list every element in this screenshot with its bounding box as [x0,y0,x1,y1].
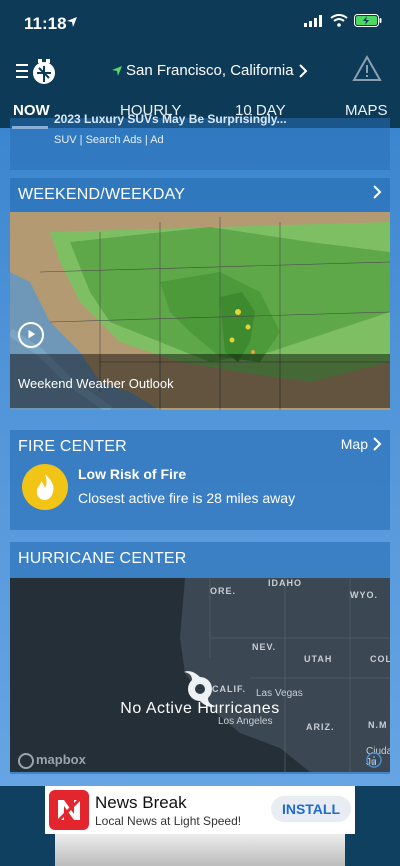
map-label-ore: ORE. [210,586,237,596]
wifi-icon [330,14,348,27]
tab-now[interactable]: NOW [13,102,50,119]
hurricane-status: No Active Hurricanes [120,700,280,717]
battery-charging-icon [354,14,382,27]
location-label: San Francisco, California [126,62,294,79]
location-selector[interactable]: San Francisco, California [112,62,308,79]
map-label-nev: NEV. [252,642,277,652]
map-label-wyo: WYO. [350,590,378,600]
weekend-outlook-map[interactable]: Weekend Weather Outlook [10,212,390,410]
ad-source: SUV | Search Ads | Ad [54,134,164,146]
card-title: HURRICANE CENTER [18,550,187,567]
ad-tagline: Local News at Light Speed! [95,814,242,828]
alert-warning-button[interactable] [352,54,382,84]
chevron-right-icon [373,437,382,451]
chevron-right-icon[interactable] [372,184,382,200]
map-label-las-vegas: Las Vegas [256,688,303,699]
news-break-logo-icon [49,790,89,830]
map-link-label: Map [340,436,368,452]
weekend-weekday-card[interactable]: WEEKEND/WEEKDAY Weekend Weather Outlook [10,178,390,410]
map-label-ariz: ARIZ. [306,722,335,732]
map-caption: Weekend Weather Outlook [18,376,174,391]
fire-map-link[interactable]: Map [341,436,382,452]
status-indicators [304,14,382,27]
ad-image [55,834,345,866]
hurricane-map[interactable]: ORE. IDAHO WYO. NEV. UTAH COL CALIF. Las… [10,578,390,772]
map-label-idaho: IDAHO [268,578,302,588]
bottom-banner-ad[interactable]: News Break Local News at Light Speed! IN… [0,786,400,866]
map-label-utah: UTAH [304,654,333,664]
chevron-right-icon [298,63,307,78]
location-arrow-icon [67,17,77,27]
info-icon[interactable] [366,752,382,768]
card-title: WEEKEND/WEEKDAY [18,186,186,203]
ad-headline[interactable]: 2023 Luxury SUVs May Be Surprisingly... [54,112,287,126]
fire-center-card[interactable]: FIRE CENTER Map Low Risk of Fire Closest… [10,430,390,530]
tab-maps[interactable]: MAPS [345,102,388,119]
signal-icon [304,14,322,27]
map-label-col: COL [370,654,390,664]
install-button[interactable]: INSTALL [271,796,351,822]
status-bar: 11:18 [0,0,400,48]
status-time: 11:18 [24,14,67,33]
app-header: 11:18 San Francisco, California NOW HOUR… [0,0,400,129]
play-icon[interactable] [18,322,44,348]
ad-app-name: News Break [95,793,187,812]
hurricane-center-card[interactable]: HURRICANE CENTER ORE. IDAHO WYO. NEV. UT… [10,542,390,774]
app-bar: San Francisco, California [0,50,400,92]
card-title: FIRE CENTER [18,438,127,455]
location-arrow-icon [112,65,122,76]
fire-risk-level: Low Risk of Fire [78,466,187,482]
fire-icon [22,464,68,510]
sponsored-ad-card[interactable]: 2023 Luxury SUVs May Be Surprisingly... … [10,112,390,170]
fire-distance-detail: Closest active fire is 28 miles away [78,490,296,506]
map-label-nm: N.M [368,720,388,730]
mapbox-attribution: mapbox [36,752,86,767]
news-break-ad[interactable]: News Break Local News at Light Speed! IN… [45,786,355,834]
mapbox-logo-icon [18,753,34,769]
menu-logo-button[interactable] [16,56,58,86]
